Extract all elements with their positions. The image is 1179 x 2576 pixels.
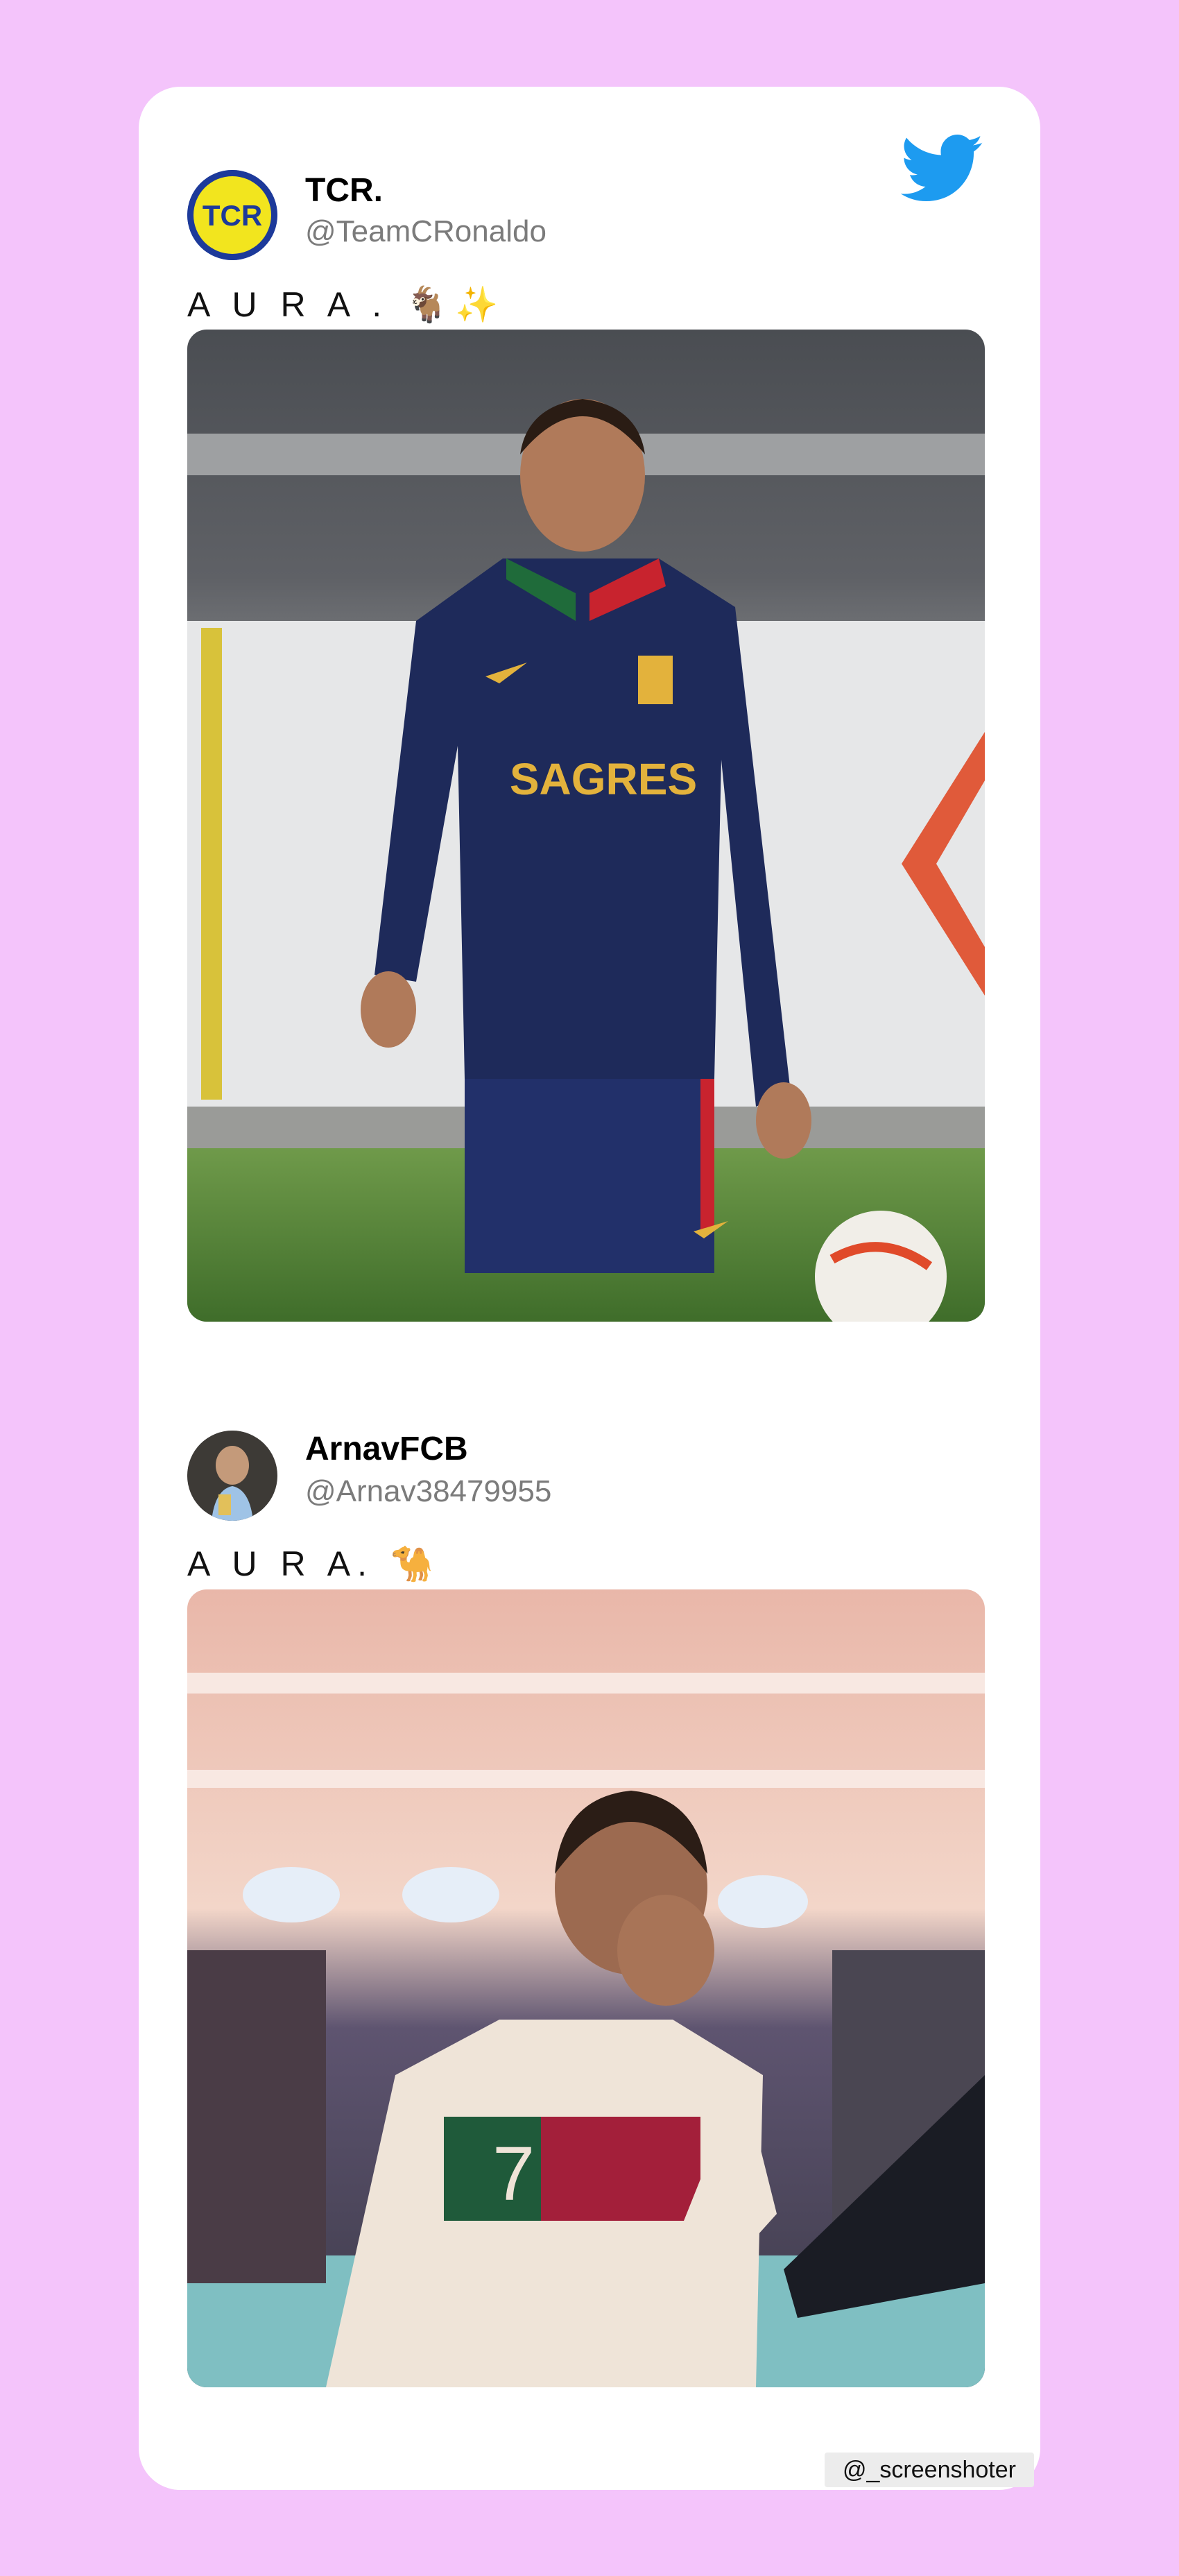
avatar[interactable] <box>187 1431 277 1521</box>
jersey-sponsor-text: SAGRES <box>510 754 697 804</box>
display-name[interactable]: TCR. <box>305 171 383 210</box>
twitter-bird-icon <box>901 135 984 204</box>
tweet-photo-tunnel[interactable]: 7 <box>187 1589 985 2387</box>
watermark-label: @_screenshoter <box>825 2453 1034 2487</box>
user-handle[interactable]: @Arnav38479955 <box>305 1474 551 1509</box>
tweet-collage-card: TCR TCR. @TeamCRonaldo A U R A . 🐐✨ SAGR… <box>139 87 1040 2490</box>
avatar-logo-text: TCR <box>203 199 262 232</box>
tweet-text: A U R A . 🐐✨ <box>187 285 506 324</box>
tweet-text: A U R A. 🐪 <box>187 1544 441 1583</box>
display-name[interactable]: ArnavFCB <box>305 1430 468 1468</box>
jersey-number-text: 7 <box>492 2131 535 2217</box>
user-handle[interactable]: @TeamCRonaldo <box>305 214 547 249</box>
avatar[interactable]: TCR <box>187 170 277 260</box>
tweet-photo-training[interactable]: SAGRES <box>187 330 985 1322</box>
